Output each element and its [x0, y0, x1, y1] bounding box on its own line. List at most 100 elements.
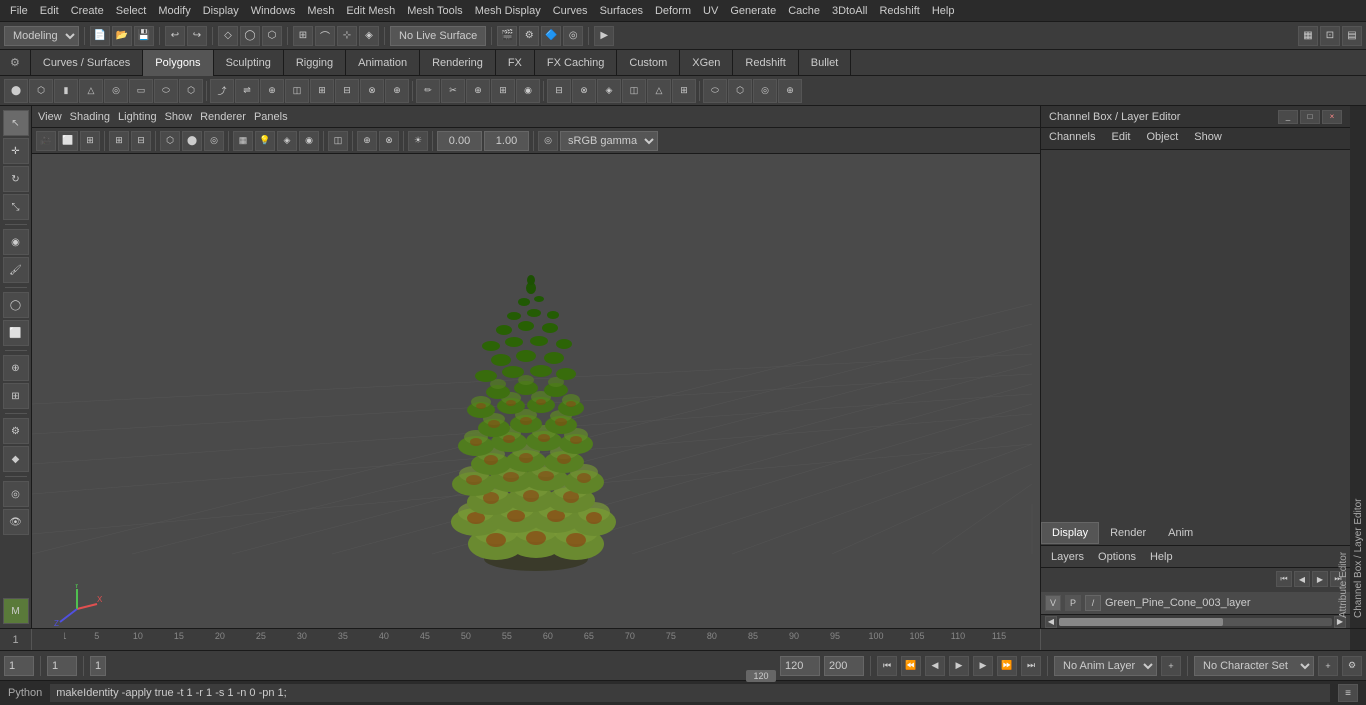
- vp-exposure-btn[interactable]: ☀: [408, 131, 428, 151]
- character-set-btn1[interactable]: +: [1318, 656, 1338, 676]
- menu-edit-mesh[interactable]: Edit Mesh: [340, 3, 401, 19]
- vp-rotation-input[interactable]: [437, 131, 482, 151]
- tab-rendering[interactable]: Rendering: [420, 50, 496, 76]
- playback-start-btn[interactable]: ⏮: [877, 656, 897, 676]
- layer-playback-toggle[interactable]: P: [1065, 595, 1081, 611]
- render-btn[interactable]: 🎬: [497, 26, 517, 46]
- menu-select[interactable]: Select: [110, 3, 153, 19]
- select-btn[interactable]: ◇: [218, 26, 238, 46]
- vp-smooth2-btn[interactable]: ◎: [204, 131, 224, 151]
- paint-sel-btn[interactable]: 🖌: [3, 257, 29, 283]
- tab-redshift[interactable]: Redshift: [733, 50, 798, 76]
- snap-btn[interactable]: ⊞: [3, 383, 29, 409]
- menu-windows[interactable]: Windows: [245, 3, 302, 19]
- render-tab[interactable]: Render: [1099, 522, 1157, 544]
- scroll-left-btn[interactable]: ◀: [1045, 616, 1057, 628]
- tab-rigging[interactable]: Rigging: [284, 50, 346, 76]
- vp-hud-btn[interactable]: ⊟: [131, 131, 151, 151]
- menu-mesh-display[interactable]: Mesh Display: [469, 3, 547, 19]
- current-frame-input[interactable]: [4, 656, 34, 676]
- render-settings-btn[interactable]: ⚙: [519, 26, 539, 46]
- cut-icon[interactable]: ✂: [441, 79, 465, 103]
- tab-custom[interactable]: Custom: [617, 50, 680, 76]
- panel-minimize-btn[interactable]: _: [1278, 110, 1298, 124]
- retopo-icon[interactable]: ◎: [753, 79, 777, 103]
- vp-xray-btn[interactable]: ⊕: [357, 131, 377, 151]
- menu-cache[interactable]: Cache: [782, 3, 826, 19]
- options-menu[interactable]: Options: [1092, 549, 1142, 565]
- torus-icon[interactable]: ◎: [104, 79, 128, 103]
- menu-surfaces[interactable]: Surfaces: [594, 3, 649, 19]
- menu-curves[interactable]: Curves: [547, 3, 594, 19]
- split-icon[interactable]: ⊗: [360, 79, 384, 103]
- display-tab[interactable]: Display: [1041, 522, 1099, 544]
- menu-display[interactable]: Display: [197, 3, 245, 19]
- tab-bullet[interactable]: Bullet: [799, 50, 852, 76]
- tab-settings-icon[interactable]: ⚙: [0, 50, 31, 76]
- boolean-icon[interactable]: ⊗: [572, 79, 596, 103]
- menu-create[interactable]: Create: [65, 3, 110, 19]
- viewport-canvas[interactable]: persp X Y Z: [32, 154, 1040, 628]
- layout-btn2[interactable]: ⊡: [1320, 26, 1340, 46]
- vp-lighting-menu[interactable]: Lighting: [118, 111, 157, 123]
- vp-shadows-btn[interactable]: ◈: [277, 131, 297, 151]
- menu-uv[interactable]: UV: [697, 3, 724, 19]
- vp-scale-input[interactable]: [484, 131, 529, 151]
- vp-panels-menu[interactable]: Panels: [254, 111, 288, 123]
- help-menu[interactable]: Help: [1144, 549, 1179, 565]
- playback-end-btn[interactable]: ⏭: [1021, 656, 1041, 676]
- tab-curves-surfaces[interactable]: Curves / Surfaces: [31, 50, 143, 76]
- save-btn[interactable]: 💾: [134, 26, 154, 46]
- vp-ao-btn[interactable]: ◉: [299, 131, 319, 151]
- no-character-set-select[interactable]: No Character Set: [1194, 656, 1314, 676]
- combine-icon[interactable]: ◈: [597, 79, 621, 103]
- vp-show-menu[interactable]: Show: [165, 111, 193, 123]
- layer-nav-first[interactable]: ⏮: [1276, 571, 1292, 587]
- playback-play-btn[interactable]: ▶: [949, 656, 969, 676]
- playback-next-frame[interactable]: ▶: [973, 656, 993, 676]
- attr-btn[interactable]: ⚙: [3, 418, 29, 444]
- vp-xray2-btn[interactable]: ⊗: [379, 131, 399, 151]
- paint-btn[interactable]: ⬡: [262, 26, 282, 46]
- merge-icon[interactable]: ⊕: [260, 79, 284, 103]
- lasso-btn[interactable]: ◯: [240, 26, 260, 46]
- open-btn[interactable]: 📂: [112, 26, 132, 46]
- extrude-icon[interactable]: ⤴: [210, 79, 234, 103]
- layer-nav-prev[interactable]: ◀: [1294, 571, 1310, 587]
- snap-curve-btn[interactable]: ⌒: [315, 26, 335, 46]
- no-anim-layer-select[interactable]: No Anim Layer: [1054, 656, 1157, 676]
- multi-cut-icon[interactable]: ⊞: [491, 79, 515, 103]
- vp-camera-btn[interactable]: 🎥: [36, 131, 56, 151]
- cylinder-icon[interactable]: ▮: [54, 79, 78, 103]
- menu-deform[interactable]: Deform: [649, 3, 697, 19]
- menu-redshift[interactable]: Redshift: [873, 3, 925, 19]
- fill-icon[interactable]: ⊟: [335, 79, 359, 103]
- separate-icon[interactable]: ◫: [622, 79, 646, 103]
- menu-3dto[interactable]: 3DtoAll: [826, 3, 873, 19]
- mirror-icon[interactable]: ⊟: [547, 79, 571, 103]
- remesh-icon[interactable]: ⬡: [728, 79, 752, 103]
- vp-aa-btn[interactable]: ◫: [328, 131, 348, 151]
- soft-select-btn[interactable]: ◉: [3, 229, 29, 255]
- playback-prev-btn[interactable]: ⏪: [901, 656, 921, 676]
- tab-fx-caching[interactable]: FX Caching: [535, 50, 617, 76]
- show-hide-btn[interactable]: 👁: [3, 509, 29, 535]
- snap-point-btn[interactable]: ⊹: [337, 26, 357, 46]
- vp-resolution-btn[interactable]: ⊞: [80, 131, 100, 151]
- channels-tab[interactable]: Channels: [1041, 128, 1103, 149]
- range-end-input[interactable]: [780, 656, 820, 676]
- bridge-icon[interactable]: ⇌: [235, 79, 259, 103]
- tab-sculpting[interactable]: Sculpting: [214, 50, 284, 76]
- snap-surface-btn[interactable]: ◈: [359, 26, 379, 46]
- pivot-btn[interactable]: ⊕: [3, 355, 29, 381]
- command-line[interactable]: makeIdentity -apply true -t 1 -r 1 -s 1 …: [50, 684, 1330, 702]
- plane-icon[interactable]: ▭: [129, 79, 153, 103]
- command-feedback-btn[interactable]: ≡: [1338, 684, 1358, 702]
- layout-btn1[interactable]: ▦: [1298, 26, 1318, 46]
- bevel-icon[interactable]: ◫: [285, 79, 309, 103]
- keyframe-btn[interactable]: ◆: [3, 446, 29, 472]
- vp-renderer-menu[interactable]: Renderer: [200, 111, 246, 123]
- layer-color-swatch[interactable]: /: [1085, 595, 1101, 611]
- panel-maximize-btn[interactable]: □: [1300, 110, 1320, 124]
- tab-fx[interactable]: FX: [496, 50, 535, 76]
